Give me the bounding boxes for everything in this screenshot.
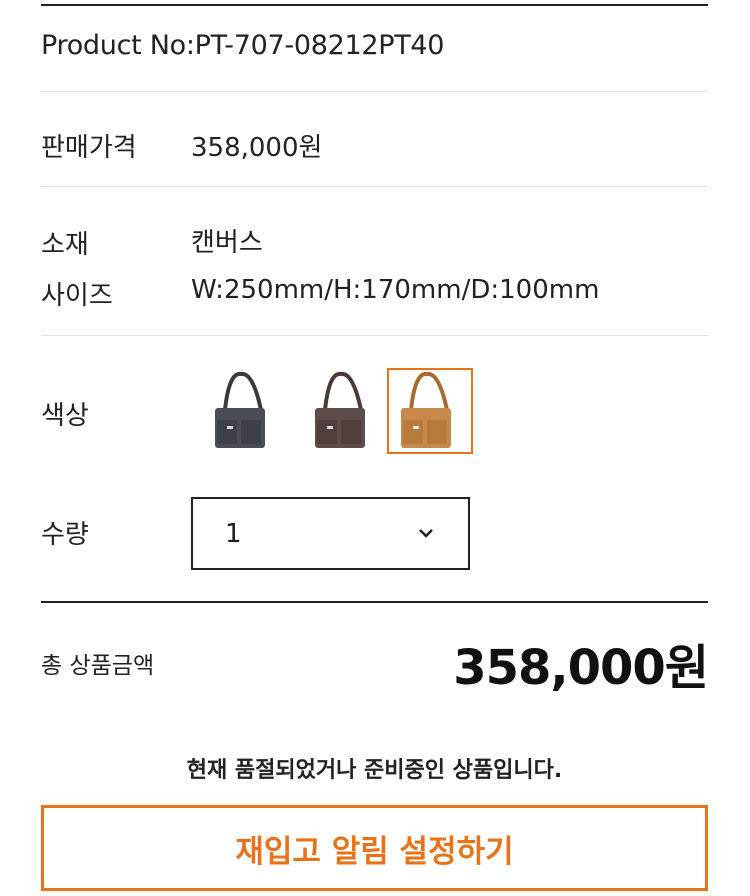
quantity-select[interactable]: 1	[191, 497, 470, 570]
sold-out-notice: 현재 품절되었거나 준비중인 상품입니다.	[186, 758, 563, 783]
bag-image	[215, 371, 265, 448]
product-number: Product No:PT-707-08212PT40	[41, 30, 445, 61]
color-swatch-camel[interactable]	[387, 368, 473, 454]
material-label: 소재	[41, 230, 89, 260]
color-label: 색상	[41, 401, 89, 431]
bag-image	[401, 371, 451, 448]
divider	[41, 186, 708, 187]
material-value: 캔버스	[191, 228, 263, 258]
size-value: W:250mm/H:170mm/D:100mm	[191, 275, 600, 305]
top-divider	[41, 4, 708, 6]
color-swatch-charcoal[interactable]	[201, 368, 287, 454]
divider	[41, 91, 708, 92]
quantity-value: 1	[225, 518, 242, 549]
total-price: 358,000원	[453, 640, 709, 696]
total-label: 총 상품금액	[41, 653, 155, 679]
divider	[41, 335, 708, 336]
size-label: 사이즈	[41, 281, 113, 311]
bag-image	[315, 371, 365, 448]
price-value: 358,000원	[191, 133, 323, 163]
color-swatch-brown[interactable]	[301, 368, 387, 454]
restock-alert-button[interactable]: 재입고 알림 설정하기	[41, 805, 708, 891]
chevron-down-icon	[419, 529, 433, 538]
price-label: 판매가격	[41, 133, 137, 163]
quantity-label: 수량	[41, 520, 89, 550]
total-divider	[41, 601, 708, 603]
